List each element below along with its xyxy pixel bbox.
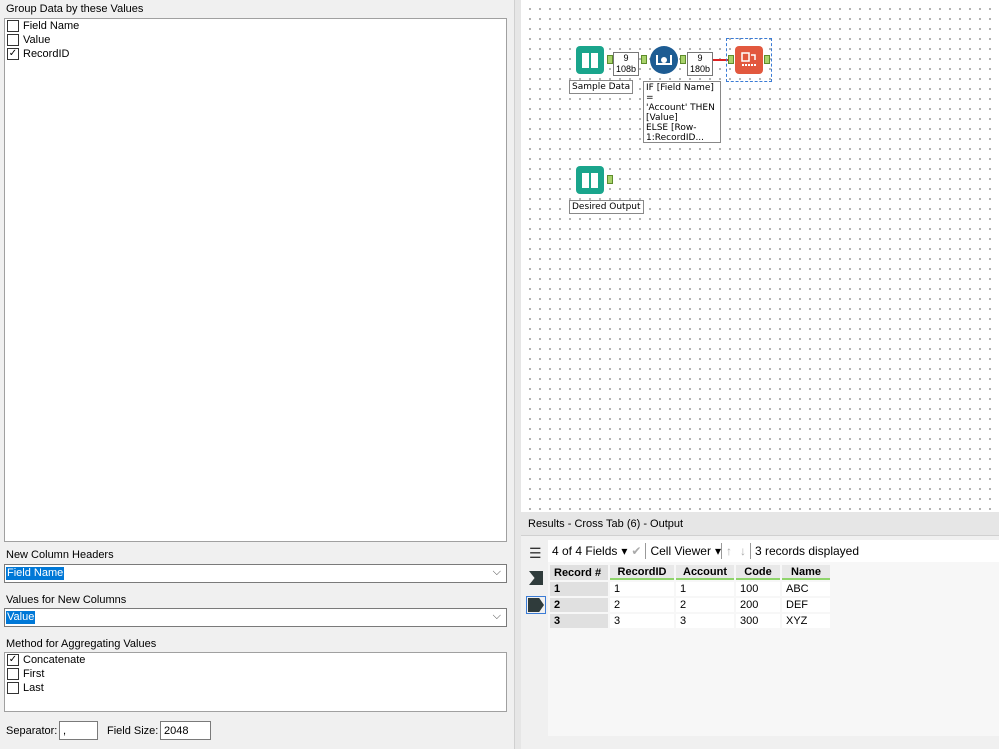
checkbox-label: Concatenate <box>23 654 86 666</box>
desired-output-tool[interactable] <box>576 166 604 194</box>
tool-label-formula: IF [Field Name] = 'Account' THEN [Value] EL… <box>643 81 721 143</box>
results-toolbar: 4 of 4 Fields ▾ ✔ Cell Viewer ▾ ↑ ↓ 3 record… <box>548 540 999 562</box>
group-field-checkbox[interactable]: ✓ RecordID <box>5 47 506 61</box>
table-cell[interactable]: DEF <box>782 598 830 612</box>
checkmark-icon[interactable]: ✓ <box>7 48 19 60</box>
method-checkbox[interactable]: First <box>5 667 506 681</box>
table-cell[interactable]: 3 <box>610 614 674 628</box>
checkmark-icon[interactable]: ✓ <box>7 654 19 666</box>
checkbox-label: RecordID <box>23 48 70 60</box>
input-anchor-icon[interactable] <box>529 571 543 585</box>
checkbox-label: First <box>23 668 45 680</box>
group-fields-list: Field Name Value ✓ RecordID <box>4 18 507 542</box>
selected-value: Value <box>6 611 36 624</box>
records-status: 3 records displayed <box>754 544 860 558</box>
field-size-input[interactable] <box>160 721 211 740</box>
group-field-checkbox[interactable]: Value <box>5 33 506 47</box>
results-panel: Results - Cross Tab (6) - Output ☰ 4 of … <box>521 512 999 749</box>
table-cell[interactable]: 100 <box>736 582 780 596</box>
table-cell[interactable]: XYZ <box>782 614 830 628</box>
table-row: 3 3 3 300 XYZ <box>550 614 830 628</box>
column-header[interactable]: RecordID <box>610 565 674 580</box>
checkbox-icon[interactable] <box>7 682 19 694</box>
checkbox-icon[interactable] <box>7 668 19 680</box>
selected-value: Field Name <box>6 567 65 580</box>
method-checkbox[interactable]: ✓ Concatenate <box>5 653 506 667</box>
record-count-badge: 9 180b <box>687 52 713 76</box>
table-cell[interactable]: 200 <box>736 598 780 612</box>
checkbox-icon[interactable] <box>7 34 19 46</box>
table-cell[interactable]: 2 <box>676 598 734 612</box>
checkbox-label: Field Name <box>23 20 80 32</box>
panel-splitter[interactable] <box>514 0 521 749</box>
table-cell[interactable]: ABC <box>782 582 830 596</box>
values-dropdown[interactable]: Value ⌵ <box>4 608 507 627</box>
table-cell[interactable]: 2 <box>610 598 674 612</box>
results-table: Record # RecordID Account Code Name 1 1 1 100 AB… <box>548 563 832 630</box>
cell-viewer-dropdown[interactable]: Cell Viewer <box>650 544 710 558</box>
method-label: Method for Aggregating Values <box>6 638 157 650</box>
cross-tab-tool[interactable] <box>735 46 763 74</box>
workflow-canvas[interactable]: 9 108b 9 180b Sample Data IF [Field Name] … <box>521 0 999 512</box>
column-header[interactable]: Code <box>736 565 780 580</box>
headers-label: New Column Headers <box>6 549 114 561</box>
record-number[interactable]: 1 <box>550 582 608 596</box>
chevron-down-icon[interactable]: ⌵ <box>493 610 501 623</box>
configuration-panel: Group Data by these Values Field Name Va… <box>0 0 514 749</box>
table-cell[interactable]: 300 <box>736 614 780 628</box>
group-label: Group Data by these Values <box>6 3 144 15</box>
results-sidebar: ☰ <box>521 537 548 749</box>
checkmark-icon[interactable]: ✔ <box>631 544 641 558</box>
formula-tool[interactable] <box>650 46 678 74</box>
horizontal-scrollbar[interactable] <box>548 736 999 749</box>
output-anchor[interactable] <box>764 55 770 64</box>
record-count-badge: 9 108b <box>613 52 639 76</box>
fields-selector[interactable]: 4 of 4 Fields <box>552 544 617 558</box>
method-checkbox[interactable]: Last <box>5 681 506 695</box>
tool-label-desired-output: Desired Output <box>569 200 644 214</box>
arrow-down-icon[interactable]: ↓ <box>740 544 746 558</box>
output-anchor-icon[interactable] <box>526 596 546 614</box>
results-title: Results - Cross Tab (6) - Output <box>521 512 999 536</box>
input-anchor[interactable] <box>641 55 647 64</box>
headers-dropdown[interactable]: Field Name ⌵ <box>4 564 507 583</box>
column-header[interactable]: Account <box>676 565 734 580</box>
list-icon[interactable]: ☰ <box>529 546 543 561</box>
separator-label: Separator: <box>6 725 58 737</box>
output-anchor[interactable] <box>607 175 613 184</box>
method-list: ✓ Concatenate First Last <box>4 652 507 712</box>
table-cell[interactable]: 3 <box>676 614 734 628</box>
arrow-up-icon[interactable]: ↑ <box>726 544 732 558</box>
column-header[interactable]: Record # <box>550 565 608 580</box>
column-header[interactable]: Name <box>782 565 830 580</box>
sample-data-tool[interactable] <box>576 46 604 74</box>
output-anchor[interactable] <box>680 55 686 64</box>
checkbox-label: Last <box>23 682 44 694</box>
table-row: 1 1 1 100 ABC <box>550 582 830 596</box>
record-number[interactable]: 3 <box>550 614 608 628</box>
field-size-label: Field Size: <box>107 725 159 737</box>
chevron-down-icon[interactable]: ⌵ <box>493 566 501 579</box>
values-label: Values for New Columns <box>6 594 127 606</box>
chevron-down-icon[interactable]: ▾ <box>621 544 627 558</box>
table-row: 2 2 2 200 DEF <box>550 598 830 612</box>
group-field-checkbox[interactable]: Field Name <box>5 19 506 33</box>
separator-input[interactable] <box>59 721 98 740</box>
tool-label-sample-data: Sample Data <box>569 80 634 94</box>
record-number[interactable]: 2 <box>550 598 608 612</box>
table-cell[interactable]: 1 <box>676 582 734 596</box>
checkbox-icon[interactable] <box>7 20 19 32</box>
checkbox-label: Value <box>23 34 51 46</box>
table-cell[interactable]: 1 <box>610 582 674 596</box>
